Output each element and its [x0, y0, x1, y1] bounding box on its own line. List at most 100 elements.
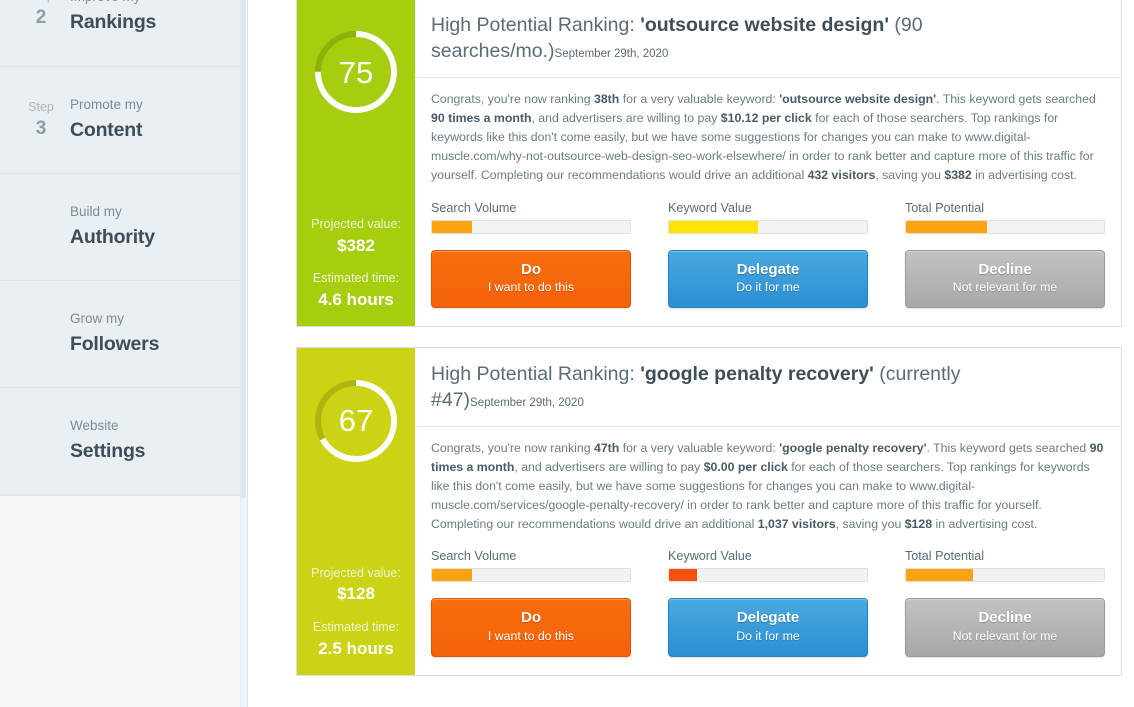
do-button-subtitle: I want to do this — [487, 628, 575, 643]
estimated-time: 4.6 hours — [318, 290, 394, 310]
decline-button-subtitle: Not relevant for me — [952, 628, 1058, 643]
sidebar-item-text: Improve my Rankings — [70, 0, 233, 36]
decline-button[interactable]: Decline Not relevant for me — [905, 598, 1105, 657]
card-title-keyword: 'google penalty recovery' — [640, 362, 874, 385]
sidebar-item-settings[interactable]: Website Settings — [0, 388, 247, 495]
metric-bar-fill — [906, 220, 988, 233]
sidebar-item-text: Build my Authority — [70, 203, 233, 251]
metric-bar-label: Search Volume — [431, 549, 517, 564]
metric-bar-track — [905, 568, 1105, 583]
sidebar-item-content[interactable]: Step 3 Promote my Content — [0, 67, 247, 174]
card-title-prefix: High Potential Ranking: — [431, 362, 641, 385]
delegate-button-title: Delegate — [736, 260, 800, 278]
metric-bar-keyword-value: Keyword Value — [668, 549, 868, 583]
metric-bar-keyword-value: Keyword Value — [668, 201, 868, 234]
score-gauge: 67 — [313, 378, 399, 464]
card-date: September 29th, 2020 — [554, 47, 669, 60]
do-button-title: Do — [521, 260, 541, 278]
metric-bar-fill — [669, 220, 759, 233]
sidebar-item-authority[interactable]: Build my Authority — [0, 174, 247, 281]
decline-button-title: Decline — [978, 609, 1032, 627]
sidebar-item-subtitle: Promote my — [70, 96, 143, 112]
score-value: 75 — [338, 54, 374, 90]
metric-bar-label: Total Potential — [905, 549, 985, 564]
do-button-subtitle: I want to do this — [487, 280, 575, 295]
do-button-title: Do — [521, 609, 541, 627]
estimated-time: 2.5 hours — [318, 638, 394, 658]
recommendation-card: 75 Projected value: $382 Estimated time: 4.6… — [296, 0, 1122, 327]
delegate-button[interactable]: Delegate Do it for me — [668, 598, 868, 657]
metric-bar-fill — [669, 569, 697, 582]
sidebar-item-label: Authority — [70, 225, 155, 248]
do-button[interactable]: Do I want to do this — [431, 249, 631, 308]
sidebar-item-subtitle: Grow my — [70, 310, 124, 326]
card-actions: Do I want to do this Delegate Do it for me D… — [415, 582, 1121, 674]
card-date: September 29th, 2020 — [470, 396, 584, 409]
projected-value: $382 — [337, 235, 375, 255]
metric-bars: Search Volume Keyword Value Total Potentia… — [415, 535, 1121, 583]
sidebar-item-label: Followers — [70, 332, 160, 355]
delegate-button-subtitle: Do it for me — [736, 628, 800, 643]
sidebar-item-followers[interactable]: Grow my Followers — [0, 281, 247, 388]
projected-value-label: Projected value: — [311, 216, 401, 231]
metric-bar-search-volume: Search Volume — [431, 201, 631, 234]
metric-bar-track — [431, 568, 631, 583]
sidebar-item-label: Content — [70, 118, 143, 141]
card-description: Congrats, you're now ranking 47th for a … — [431, 441, 1104, 531]
sidebar-scrollbar[interactable] — [240, 0, 247, 707]
metric-bar-search-volume: Search Volume — [431, 549, 631, 583]
score-metrics: Projected value: $128 Estimated time: 2.5 h… — [303, 564, 409, 661]
app-root: Step2Improve my Rankings Step 3 Promote my Co… — [0, 0, 1134, 707]
metric-bar-total-potential: Total Potential — [905, 549, 1105, 583]
sidebar-item-step-number: 3 — [35, 117, 47, 139]
sidebar-item-subtitle: Improve my — [70, 0, 233, 7]
decline-button-subtitle: Not relevant for me — [952, 280, 1058, 295]
do-button[interactable]: Do I want to do this — [431, 598, 631, 657]
score-panel: 75 Projected value: $382 Estimated time: 4.6… — [297, 0, 415, 326]
card-body: High Potential Ranking: 'google penalty … — [415, 348, 1121, 675]
card-title-prefix: High Potential Ranking: — [431, 14, 641, 36]
metric-bar-total-potential: Total Potential — [905, 201, 1105, 234]
metric-bar-track — [668, 219, 868, 234]
sidebar-item-label: Settings — [70, 439, 146, 462]
metric-bar-fill — [432, 220, 472, 233]
decline-button[interactable]: Decline Not relevant for me — [905, 249, 1105, 308]
metric-bar-fill — [432, 569, 472, 582]
sidebar-item-subtitle: Build my — [70, 203, 122, 219]
recommendations-list: 75 Projected value: $382 Estimated time: 4.6… — [248, 0, 1134, 707]
card-header: High Potential Ranking: 'google penalty … — [415, 348, 1121, 428]
sidebar-scrollbar-thumb[interactable] — [240, 0, 246, 498]
metric-bar-track — [905, 219, 1105, 234]
estimated-time-label: Estimated time: — [312, 620, 400, 635]
metric-bar-label: Keyword Value — [668, 549, 752, 564]
card-body: High Potential Ranking: 'outsource websi… — [415, 0, 1121, 326]
metric-bar-label: Search Volume — [431, 200, 517, 215]
sidebar-item-rankings[interactable]: Step2Improve my Rankings — [0, 0, 247, 67]
sidebar-item-step-number: 2 — [35, 6, 47, 28]
estimated-time-label: Estimated time: — [312, 271, 400, 286]
sidebar-item-step: Step2 — [12, 0, 70, 31]
delegate-button-title: Delegate — [736, 609, 800, 627]
projected-value: $128 — [337, 584, 375, 604]
metric-bar-fill — [906, 569, 974, 582]
metric-bar-label: Total Potential — [905, 200, 985, 215]
sidebar-item-text: Promote my Content — [70, 96, 233, 144]
score-panel: 67 Projected value: $128 Estimated time: 2.5… — [297, 347, 415, 675]
card-description: Congrats, you're now ranking 38th for a … — [431, 92, 1096, 182]
sidebar-empty-panel — [0, 495, 247, 707]
delegate-button[interactable]: Delegate Do it for me — [668, 249, 868, 308]
sidebar-item-subtitle: Website — [70, 417, 119, 433]
sidebar-nav: Step2Improve my Rankings Step 3 Promote my Co… — [0, 0, 247, 495]
delegate-button-subtitle: Do it for me — [736, 280, 800, 295]
metric-bars: Search Volume Keyword Value Total Potentia… — [415, 187, 1121, 234]
sidebar-item-text: Website Settings — [70, 417, 233, 465]
card-actions: Do I want to do this Delegate Do it for me D… — [415, 234, 1121, 326]
score-gauge: 75 — [313, 29, 399, 115]
metric-bar-track — [668, 568, 868, 583]
sidebar-item-step: Step 3 — [12, 99, 70, 142]
score-value: 67 — [338, 403, 374, 439]
sidebar-item-step-word: Step — [28, 99, 54, 114]
card-header: High Potential Ranking: 'outsource websi… — [415, 0, 1121, 79]
decline-button-title: Decline — [978, 260, 1032, 278]
score-metrics: Projected value: $382 Estimated time: 4.6 h… — [303, 215, 409, 312]
